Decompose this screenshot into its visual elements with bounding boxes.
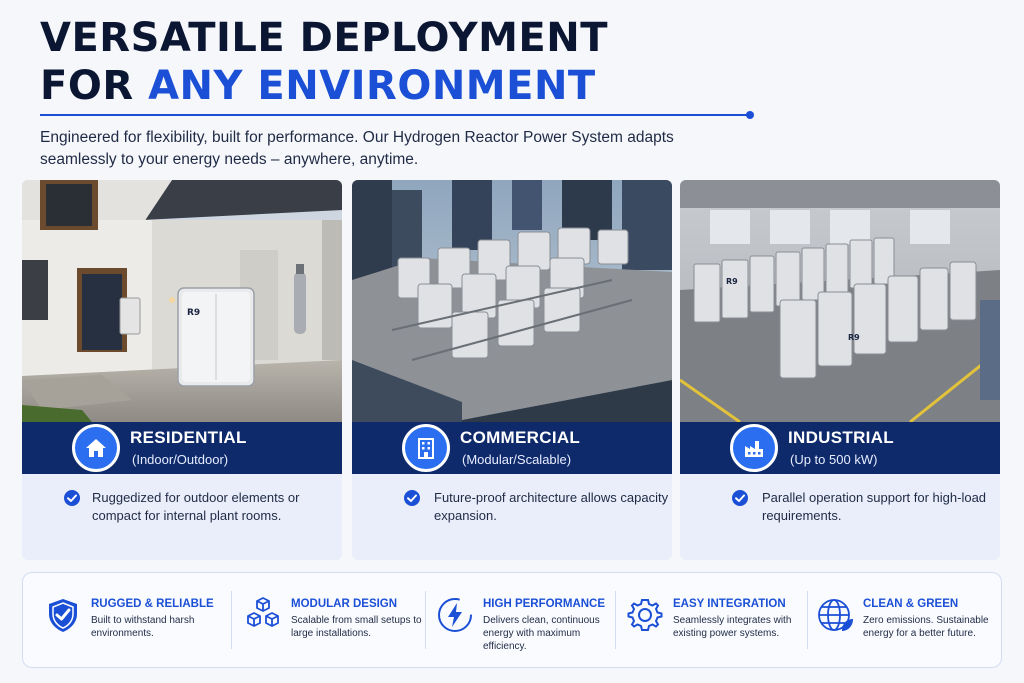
feature-integration-title: EASY INTEGRATION <box>673 598 786 610</box>
card-residential: R9 RESIDENTIAL (Indoor/Outdoor) Ruggediz… <box>22 180 342 560</box>
title-underline <box>40 114 748 116</box>
residential-title: RESIDENTIAL <box>130 428 247 447</box>
office-building-icon <box>402 424 450 472</box>
industrial-unit-badge: R9 <box>726 277 738 286</box>
globe-leaf-icon <box>815 595 855 635</box>
feature-divider <box>615 591 616 649</box>
feature-divider <box>807 591 808 649</box>
check-icon <box>732 490 748 506</box>
card-industrial: R9 R9 INDUSTRIAL (Up to 500 kW) Parallel… <box>680 180 1000 560</box>
feature-modular-desc: Scalable from small setups to large inst… <box>291 615 422 639</box>
industrial-title: INDUSTRIAL <box>788 428 894 447</box>
title-line-1: VERSATILE DEPLOYMENT <box>40 15 608 61</box>
feature-performance-desc: Delivers clean, continuous energy with m… <box>483 615 600 652</box>
feature-green: CLEAN & GREEN Zero emissions. Sustainabl… <box>815 573 1001 669</box>
feature-integration-desc: Seamlessly integrates with existing powe… <box>673 615 792 639</box>
gear-icon <box>625 595 665 635</box>
feature-rugged: RUGGED & RELIABLE Built to withstand har… <box>43 573 233 669</box>
feature-modular-title: MODULAR DESIGN <box>291 598 398 610</box>
page-title: VERSATILE DEPLOYMENT FOR ANY ENVIRONMENT <box>40 14 608 110</box>
house-icon <box>72 424 120 472</box>
feature-rugged-desc: Built to withstand harsh environments. <box>91 615 195 639</box>
industrial-subtitle: (Up to 500 kW) <box>790 452 878 467</box>
cubes-icon <box>243 595 283 635</box>
page-subtitle: Engineered for flexibility, built for pe… <box>40 129 674 168</box>
residential-photo: R9 <box>22 180 342 422</box>
feature-integration: EASY INTEGRATION Seamlessly integrates w… <box>625 573 815 669</box>
deployment-cards: R9 RESIDENTIAL (Indoor/Outdoor) Ruggediz… <box>22 180 1002 560</box>
feature-strip: RUGGED & RELIABLE Built to withstand har… <box>22 572 1002 668</box>
title-prefix: FOR <box>40 63 149 109</box>
commercial-photo <box>352 180 672 422</box>
title-line-2: FOR ANY ENVIRONMENT <box>40 62 608 110</box>
feature-divider <box>425 591 426 649</box>
commercial-subtitle: (Modular/Scalable) <box>462 452 572 467</box>
feature-divider <box>231 591 232 649</box>
title-underline-dot <box>746 111 754 119</box>
residential-description: Ruggedized for outdoor elements or compa… <box>92 490 300 523</box>
factory-icon <box>730 424 778 472</box>
feature-modular: MODULAR DESIGN Scalable from small setup… <box>243 573 433 669</box>
card-commercial: COMMERCIAL (Modular/Scalable) Future-pro… <box>352 180 672 560</box>
feature-green-title: CLEAN & GREEN <box>863 598 959 610</box>
industrial-description: Parallel operation support for high-load… <box>762 490 987 523</box>
industrial-unit-badge-2: R9 <box>848 333 860 342</box>
lightning-icon <box>435 595 475 635</box>
feature-green-desc: Zero emissions. Sustainable energy for a… <box>863 615 989 639</box>
feature-rugged-title: RUGGED & RELIABLE <box>91 598 214 610</box>
title-accent: ANY ENVIRONMENT <box>148 63 596 109</box>
feature-performance: HIGH PERFORMANCE Delivers clean, continu… <box>435 573 625 669</box>
check-icon <box>404 490 420 506</box>
commercial-title: COMMERCIAL <box>460 428 581 447</box>
industrial-photo: R9 R9 <box>680 180 1000 422</box>
residential-subtitle: (Indoor/Outdoor) <box>132 452 229 467</box>
check-icon <box>64 490 80 506</box>
feature-performance-title: HIGH PERFORMANCE <box>483 598 606 610</box>
commercial-description: Future-proof architecture allows capacit… <box>434 490 669 523</box>
shield-check-icon <box>43 595 83 635</box>
residential-unit-badge: R9 <box>187 308 200 318</box>
